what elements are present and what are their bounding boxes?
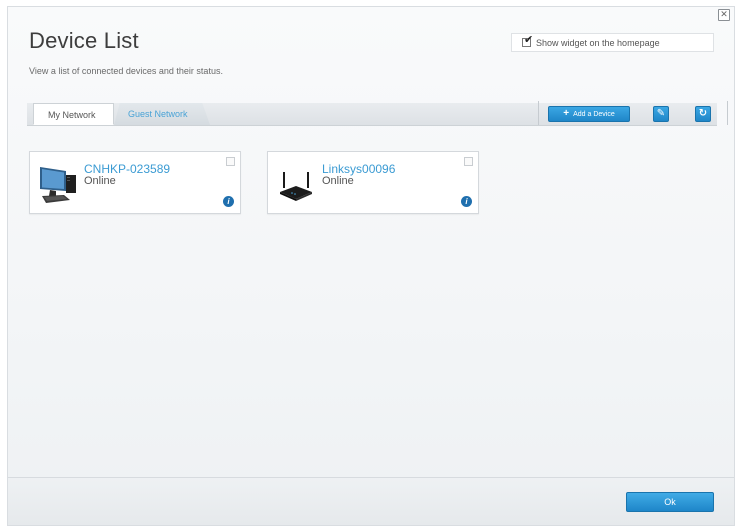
tab-bar: Guest Network My Network + Add a Device … <box>27 101 728 126</box>
plus-icon: + <box>563 108 570 119</box>
ok-button[interactable]: Ok <box>626 492 714 512</box>
toolbar-divider-end <box>727 101 728 125</box>
device-select-checkbox[interactable] <box>464 157 473 166</box>
show-widget-label: Show widget on the homepage <box>536 37 660 48</box>
device-list-dialog: ✕ Device List View a list of connected d… <box>7 6 735 526</box>
add-device-button[interactable]: + Add a Device <box>548 106 630 122</box>
device-card[interactable]: Linksys00096 Online i <box>267 151 479 214</box>
device-status: Online <box>322 175 354 187</box>
device-select-checkbox[interactable] <box>226 157 235 166</box>
tab-my-network[interactable]: My Network <box>33 103 114 125</box>
close-icon[interactable]: ✕ <box>718 9 730 21</box>
info-icon[interactable]: i <box>461 196 472 207</box>
show-widget-toggle[interactable]: ✔ Show widget on the homepage <box>511 33 714 52</box>
refresh-icon[interactable]: ↻ <box>695 106 711 122</box>
device-status: Online <box>84 175 116 187</box>
device-name[interactable]: Linksys00096 <box>322 162 395 176</box>
page-subtitle: View a list of connected devices and the… <box>29 66 223 76</box>
checkmark-icon: ✔ <box>524 34 534 46</box>
dialog-footer: Ok <box>8 477 734 525</box>
pencil-icon[interactable]: ✎ <box>653 106 669 122</box>
device-card[interactable]: CNHKP-023589 Online i <box>29 151 241 214</box>
device-name[interactable]: CNHKP-023589 <box>84 162 170 176</box>
add-device-label: Add a Device <box>573 110 615 118</box>
router-icon <box>280 172 312 201</box>
page-title: Device List <box>29 28 139 53</box>
tab-guest-network[interactable]: Guest Network <box>114 103 210 125</box>
toolbar-divider <box>538 101 539 125</box>
info-icon[interactable]: i <box>223 196 234 207</box>
show-widget-checkbox[interactable]: ✔ <box>522 34 534 47</box>
desktop-computer-icon <box>40 167 76 203</box>
